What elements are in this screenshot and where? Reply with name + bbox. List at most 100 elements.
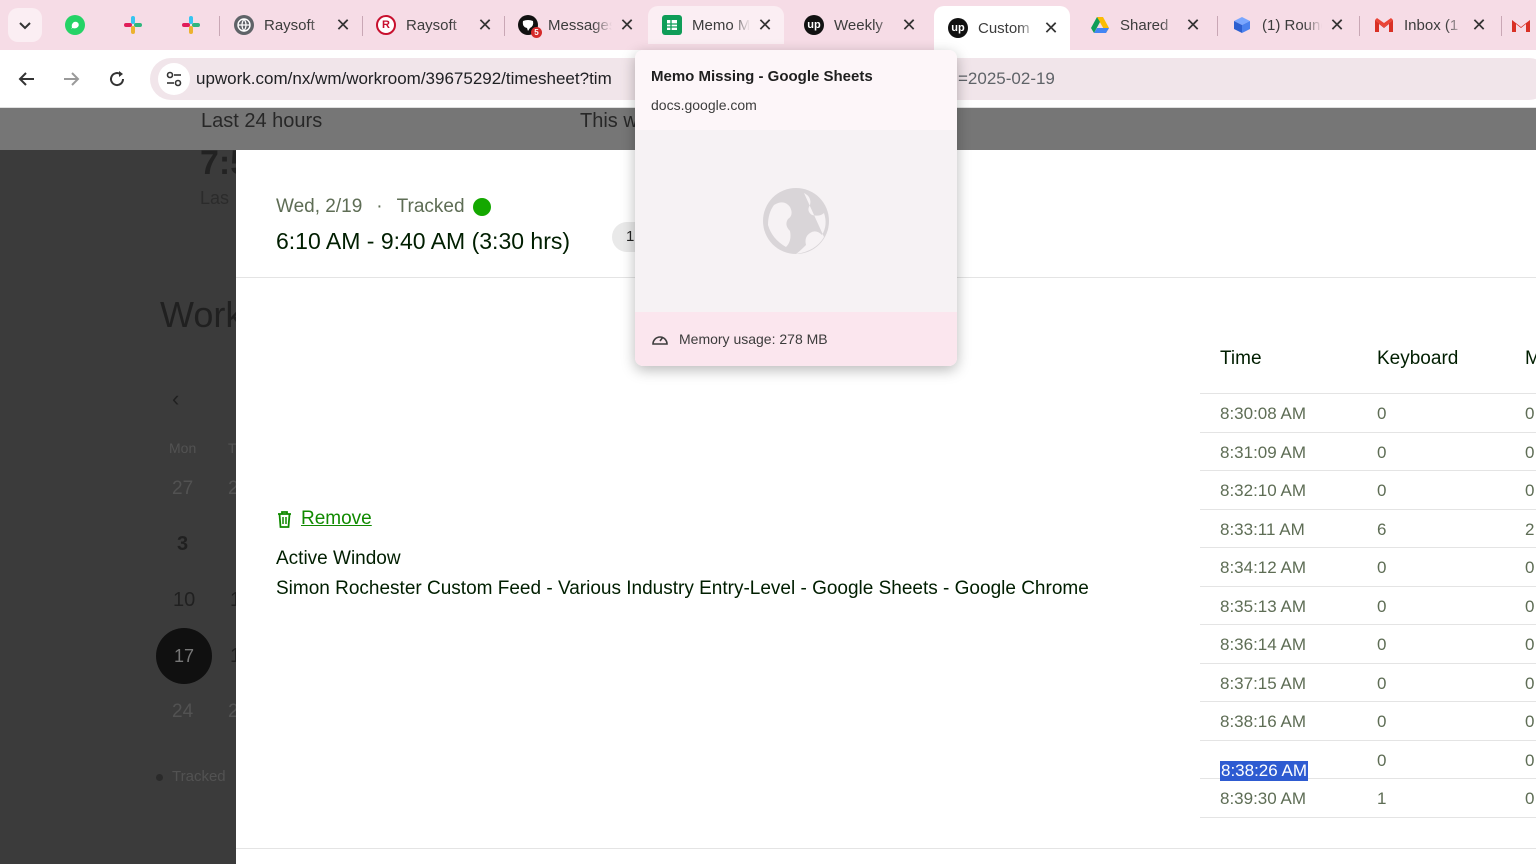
table-row: 8:35:13 AM 0 0 xyxy=(1200,587,1536,625)
active-window-value: Simon Rochester Custom Feed - Various In… xyxy=(276,578,1089,599)
activity-table-header: Time Keyboard M xyxy=(1200,336,1536,394)
row-keyboard: 0 xyxy=(1377,481,1387,500)
tab-memo-missing[interactable]: Memo Missing ✕ xyxy=(648,6,784,44)
row-mouse: 0 xyxy=(1525,673,1535,693)
back-button[interactable] xyxy=(11,63,43,95)
row-mouse: 0 xyxy=(1525,635,1535,654)
date-status-line: Wed, 2/19 · Tracked xyxy=(276,196,491,218)
tab-title: Inbox (1 xyxy=(1404,16,1459,34)
forward-button[interactable] xyxy=(55,63,87,95)
tab-whatsapp[interactable] xyxy=(52,6,98,44)
tab-strip: Raysoft ✕ R Raysoft ✕ 5 Messages ✕ Memo … xyxy=(0,0,1536,50)
tab-title: Shared xyxy=(1120,16,1169,34)
hover-card-memory: Memory usage: 278 MB xyxy=(635,312,957,366)
row-keyboard: 0 xyxy=(1377,404,1387,423)
tab-slack-1[interactable] xyxy=(110,6,156,44)
table-row: 8:33:11 AM 6 2 xyxy=(1200,510,1536,548)
reload-button[interactable] xyxy=(101,63,133,95)
close-icon[interactable]: ✕ xyxy=(1328,15,1346,35)
row-mouse: 0 xyxy=(1525,789,1535,808)
session-date: Wed, 2/19 xyxy=(276,196,363,217)
last-24-hours-label: Last 24 hours xyxy=(201,110,323,132)
tab-slack-2[interactable] xyxy=(168,6,214,44)
tab-search-button[interactable] xyxy=(8,8,42,42)
calendar-day[interactable]: 10 xyxy=(173,589,195,612)
slack-icon xyxy=(123,15,143,35)
tab-weekly[interactable]: up Weekly ✕ xyxy=(790,6,928,44)
tab-shared-drive[interactable]: Shared ✕ xyxy=(1076,6,1212,44)
tab-title: Weekly xyxy=(834,16,883,34)
hover-card-title: Memo Missing - Google Sheets xyxy=(651,68,873,85)
hover-card-header: Memo Missing - Google Sheets docs.google… xyxy=(635,50,957,130)
gauge-icon xyxy=(652,336,668,345)
close-icon[interactable]: ✕ xyxy=(1042,18,1060,38)
work-section-title: Work xyxy=(160,294,244,335)
column-header-time: Time xyxy=(1220,348,1262,369)
hover-card-preview xyxy=(635,130,957,312)
close-icon[interactable]: ✕ xyxy=(334,15,352,35)
row-keyboard: 0 xyxy=(1377,712,1387,731)
raysoft-icon: R xyxy=(376,15,396,35)
remove-button[interactable]: Remove xyxy=(276,508,372,530)
tab-messages[interactable]: 5 Messages ✕ xyxy=(504,6,646,44)
row-time: 8:37:15 AM xyxy=(1220,673,1307,693)
sheets-icon xyxy=(662,15,682,35)
calendar-prev-icon[interactable]: ‹ xyxy=(172,386,179,412)
tab-title: (1) Round xyxy=(1262,16,1322,34)
remove-label: Remove xyxy=(301,508,372,529)
tab-inbox[interactable]: Inbox (1 ✕ xyxy=(1360,6,1498,44)
table-row: 8:34:12 AM 0 0 xyxy=(1200,548,1536,587)
modal-footer-divider xyxy=(236,848,1536,849)
column-header-mouse: M xyxy=(1525,348,1536,369)
upwork-icon: up xyxy=(804,15,824,35)
upwork-icon: up xyxy=(948,18,968,38)
calendar-day[interactable]: 24 xyxy=(172,701,193,723)
session-time-range: 6:10 AM - 9:40 AM (3:30 hrs) xyxy=(276,228,571,254)
legend-tracked-label: Tracked xyxy=(172,768,226,785)
tab-round[interactable]: (1) Round ✕ xyxy=(1218,6,1356,44)
calendar-day-selected[interactable]: 17 xyxy=(156,628,212,684)
globe-icon xyxy=(234,15,254,35)
tab-raysoft-2[interactable]: R Raysoft ✕ xyxy=(362,6,504,44)
gmail-icon xyxy=(1374,15,1394,35)
last-label: Las xyxy=(200,188,230,208)
back-arrow-icon xyxy=(18,72,34,86)
row-keyboard: 1 xyxy=(1377,789,1387,808)
calendar-day-label: 17 xyxy=(173,645,195,666)
tab-raysoft-1[interactable]: Raysoft ✕ xyxy=(220,6,362,44)
url-text-tail: =2025-02-19 xyxy=(958,69,1055,88)
row-keyboard: 0 xyxy=(1377,596,1387,616)
tab-custom-active[interactable]: up Custom ✕ xyxy=(934,6,1070,50)
tab-gmail-overflow[interactable] xyxy=(1506,6,1536,44)
calendar-day[interactable]: 3 xyxy=(177,533,188,556)
site-info-button[interactable] xyxy=(158,63,190,95)
close-icon[interactable]: ✕ xyxy=(618,15,636,35)
row-mouse: 0 xyxy=(1525,481,1535,500)
row-mouse: 0 xyxy=(1525,750,1535,770)
forward-arrow-icon xyxy=(64,72,80,86)
tab-separator xyxy=(1501,16,1502,36)
row-time: 8:32:10 AM xyxy=(1220,481,1307,500)
table-row: 8:38:16 AM 0 0 xyxy=(1200,702,1536,741)
row-time: 8:38:16 AM xyxy=(1220,712,1307,731)
column-header-keyboard: Keyboard xyxy=(1377,348,1459,369)
row-keyboard: 0 xyxy=(1377,750,1387,770)
row-mouse: 0 xyxy=(1525,404,1535,423)
url-text: upwork.com/nx/wm/workroom/39675292/times… xyxy=(196,69,612,88)
row-time: 8:36:14 AM xyxy=(1220,635,1307,654)
row-mouse: 0 xyxy=(1525,558,1535,577)
activity-table: Time Keyboard M 8:30:08 AM 0 0 8:31:09 AM 0… xyxy=(1200,336,1536,818)
tab-hover-card: Memo Missing - Google Sheets docs.google… xyxy=(635,50,957,366)
row-time: 8:34:12 AM xyxy=(1220,558,1307,577)
close-icon[interactable]: ✕ xyxy=(1184,15,1202,35)
calendar-day[interactable]: 27 xyxy=(172,478,193,500)
close-icon[interactable]: ✕ xyxy=(476,15,494,35)
row-keyboard: 0 xyxy=(1377,635,1387,654)
row-time: 8:35:13 AM xyxy=(1220,596,1307,616)
close-icon[interactable]: ✕ xyxy=(756,15,774,35)
table-row: 8:32:10 AM 0 0 xyxy=(1200,471,1536,510)
selected-time-text[interactable]: 8:38:26 AM xyxy=(1220,760,1309,781)
close-icon[interactable]: ✕ xyxy=(900,15,918,35)
close-icon[interactable]: ✕ xyxy=(1470,15,1488,35)
messages-icon: 5 xyxy=(518,15,542,38)
